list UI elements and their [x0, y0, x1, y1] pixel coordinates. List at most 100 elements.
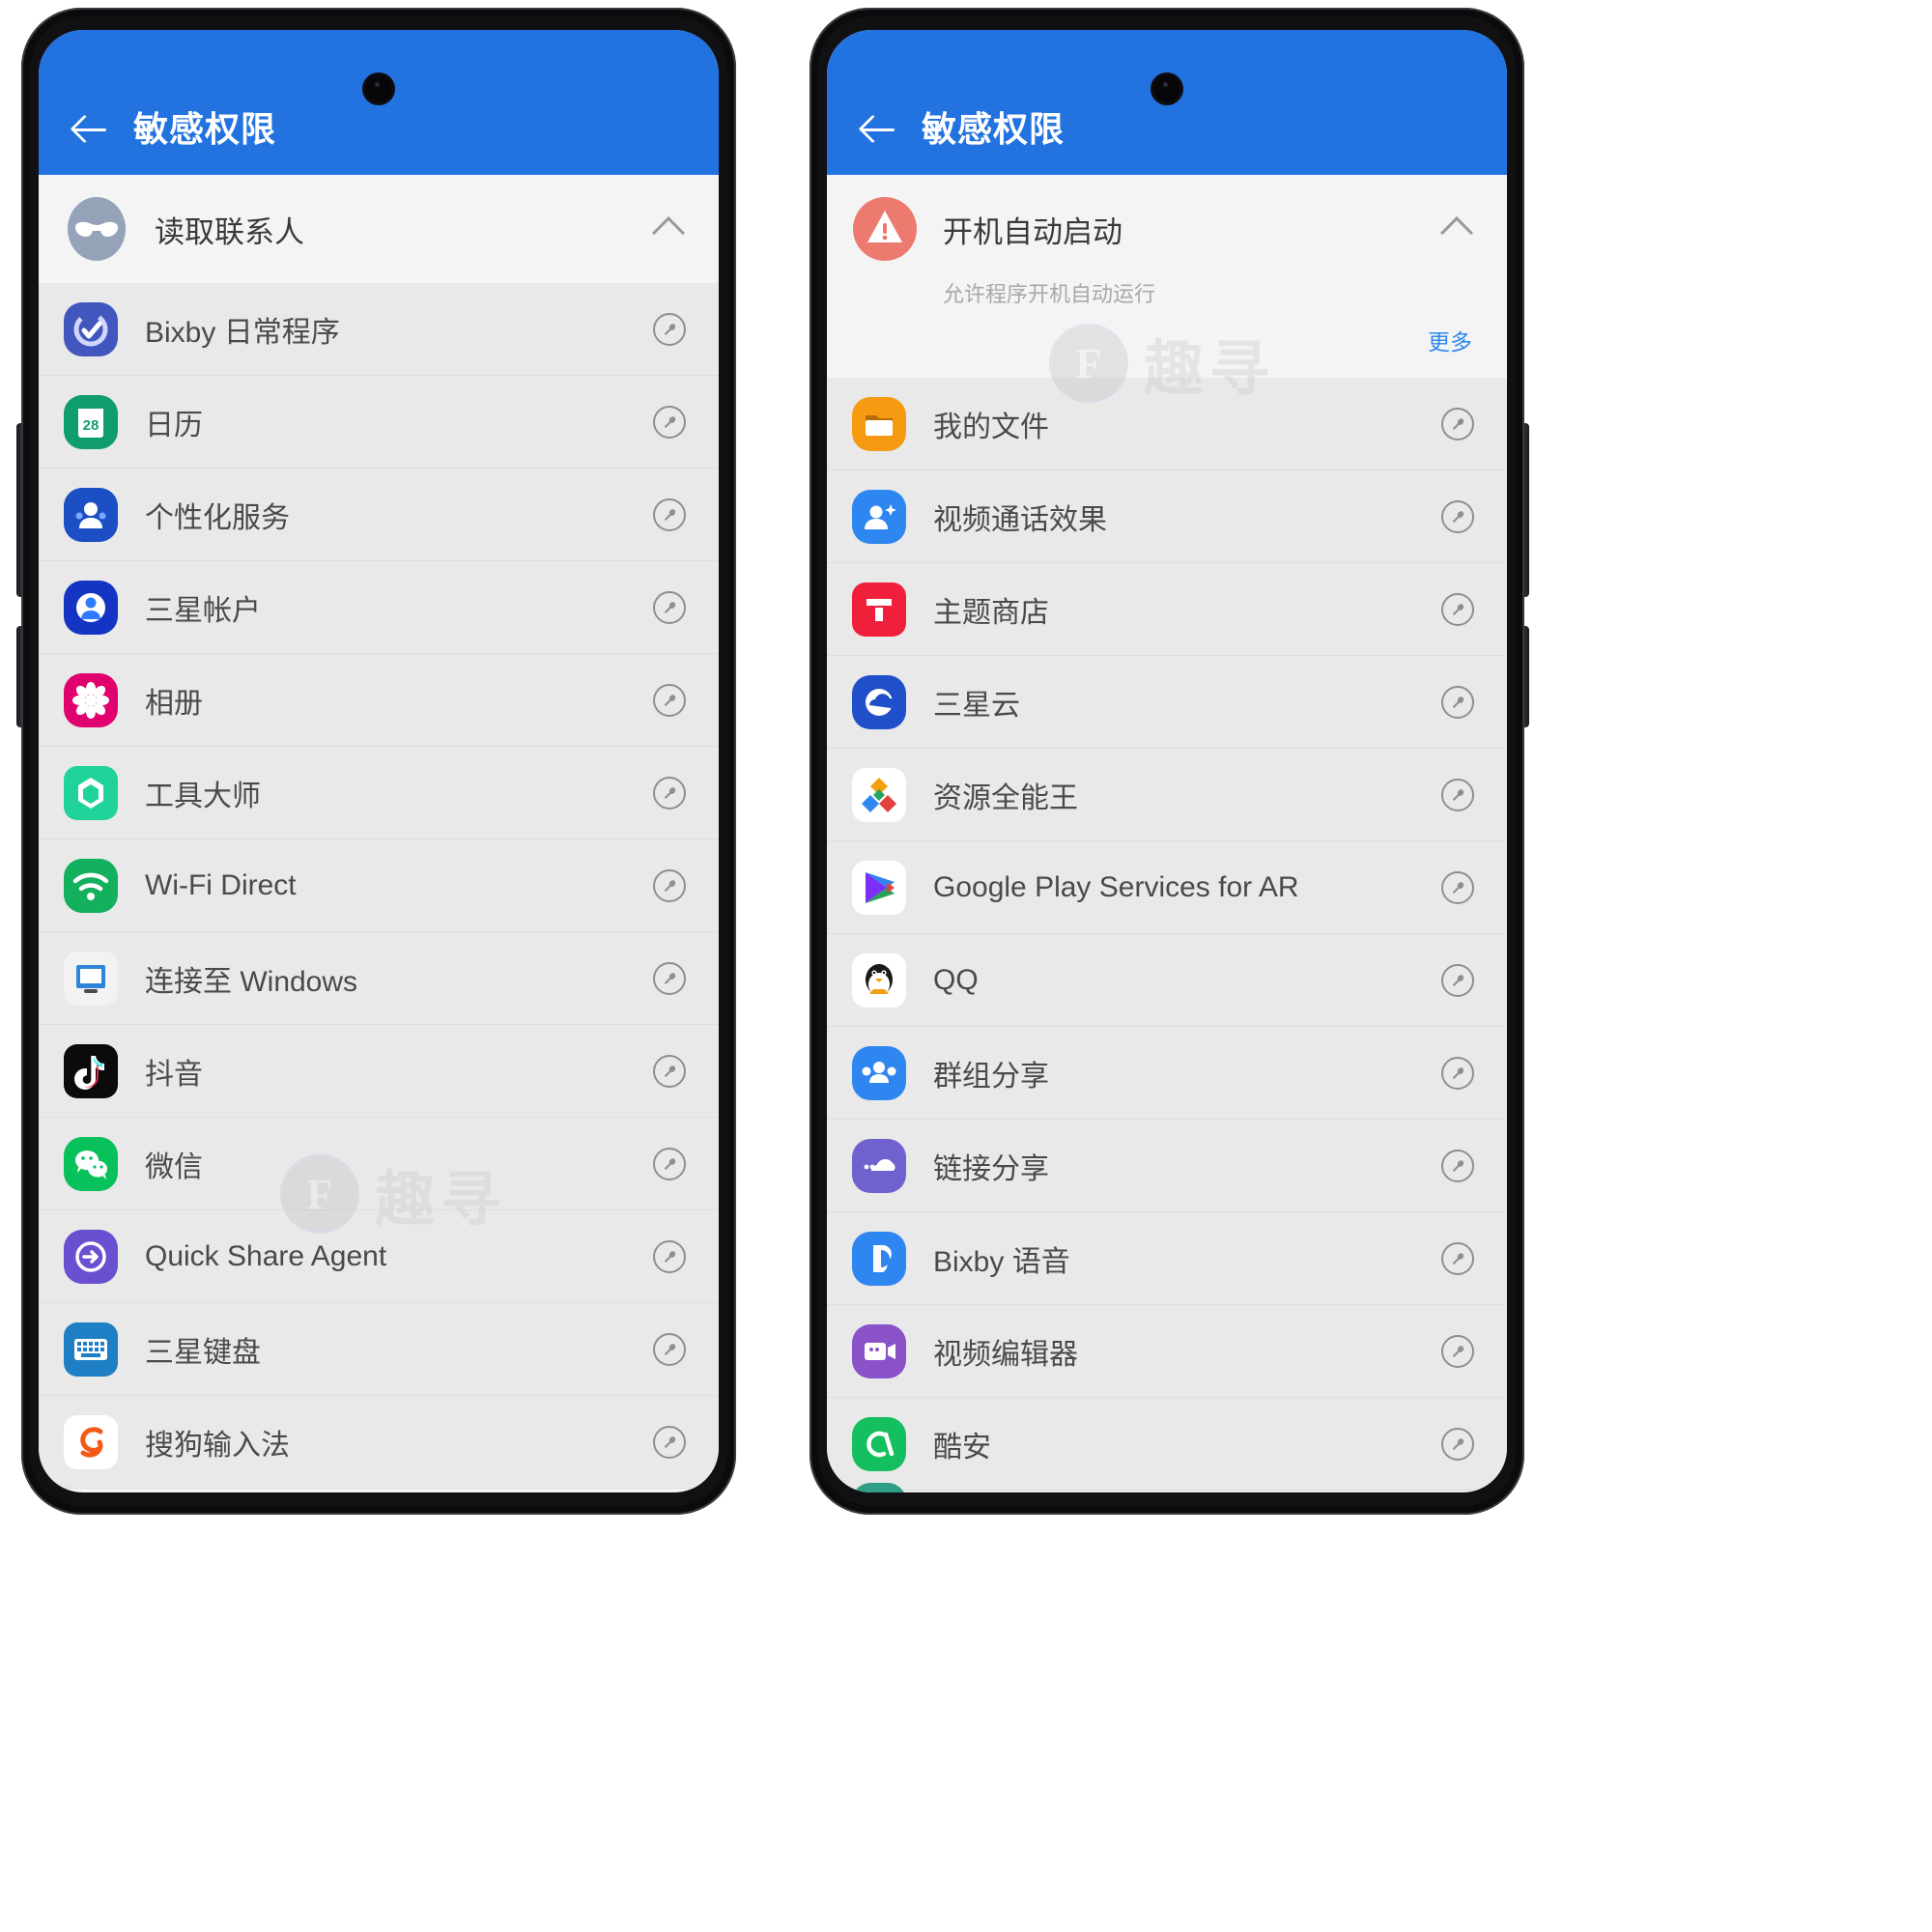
table-row[interactable]: 资源全能王 — [827, 749, 1507, 841]
app-name: 我的文件 — [933, 411, 1049, 443]
calendar-icon: 28 — [64, 394, 118, 449]
table-row[interactable]: 三星帐户 — [39, 561, 719, 654]
phone-bezel-right: 敏感权限 开机自动启动 允许程序开机自动运行 更多 我的文件 视频通话效果 主题… — [818, 16, 1516, 1506]
link-to-windows-icon — [64, 951, 118, 1006]
table-row[interactable]: 群组分享 — [827, 1027, 1507, 1120]
back-arrow-icon[interactable] — [68, 107, 112, 152]
table-row[interactable]: 相册 — [39, 654, 719, 747]
bixby-voice-icon — [852, 1231, 906, 1286]
settings-wrench-icon[interactable] — [653, 868, 686, 902]
table-row[interactable]: Google Play Services for AR — [827, 841, 1507, 934]
app-name: 日历 — [145, 409, 203, 441]
settings-wrench-icon[interactable] — [1441, 592, 1474, 626]
table-row[interactable]: 视频编辑器 — [827, 1305, 1507, 1398]
permission-group-header[interactable]: 读取联系人 — [39, 175, 719, 283]
settings-wrench-icon[interactable] — [653, 961, 686, 995]
table-row[interactable]: 抖音 — [39, 1025, 719, 1118]
table-row[interactable]: QQ — [827, 934, 1507, 1027]
permission-list-right[interactable]: 开机自动启动 允许程序开机自动运行 更多 我的文件 视频通话效果 主题商店 三星… — [827, 175, 1507, 1492]
table-row[interactable]: 微信 — [39, 1118, 719, 1210]
table-row[interactable]: 视频通话效果 — [827, 470, 1507, 563]
app-name: Bixby 语音 — [933, 1245, 1070, 1278]
table-row[interactable]: 三星键盘 — [39, 1303, 719, 1396]
resource-master-icon — [852, 767, 906, 822]
more-link[interactable]: 更多 — [852, 324, 1482, 356]
table-row[interactable]: 链接分享 — [827, 1120, 1507, 1212]
svg-text:28: 28 — [83, 417, 99, 434]
settings-wrench-icon[interactable] — [1441, 1056, 1474, 1090]
settings-wrench-icon[interactable] — [1441, 870, 1474, 904]
settings-wrench-icon[interactable] — [1441, 499, 1474, 533]
settings-wrench-icon[interactable] — [1441, 407, 1474, 440]
app-name: 三星键盘 — [145, 1336, 261, 1369]
table-row[interactable]: Bixby 日常程序 — [39, 283, 719, 376]
settings-wrench-icon[interactable] — [653, 405, 686, 439]
volume-button-right[interactable] — [1522, 423, 1529, 597]
app-name: 抖音 — [145, 1058, 203, 1091]
app-name: 搜狗输入法 — [145, 1429, 290, 1462]
dual-phone-comparison: 敏感权限 读取联系人 Bixby 日常程序 28 日历 个性化服务 三星帐户 相… — [0, 0, 1932, 1932]
my-files-icon — [852, 396, 906, 451]
settings-wrench-icon[interactable] — [653, 1332, 686, 1366]
table-row[interactable] — [827, 1482, 1507, 1492]
permission-group-header[interactable]: 开机自动启动 允许程序开机自动运行 更多 — [827, 175, 1507, 378]
phone-right: 敏感权限 开机自动启动 允许程序开机自动运行 更多 我的文件 视频通话效果 主题… — [810, 8, 1529, 1515]
table-row[interactable]: 我的文件 — [827, 378, 1507, 470]
settings-wrench-icon[interactable] — [653, 776, 686, 810]
sogou-input-icon — [64, 1414, 118, 1469]
settings-wrench-icon[interactable] — [653, 590, 686, 624]
group-sharing-icon — [852, 1045, 906, 1100]
settings-wrench-icon[interactable] — [653, 1239, 686, 1273]
table-row[interactable]: Bixby 语音 — [827, 1212, 1507, 1305]
partial-app-icon — [852, 1482, 906, 1492]
app-rows-left: Bixby 日常程序 28 日历 个性化服务 三星帐户 相册 工具大师 Wi-F… — [39, 283, 719, 1489]
settings-wrench-icon[interactable] — [1441, 963, 1474, 997]
settings-wrench-icon[interactable] — [653, 1054, 686, 1088]
group-title: 开机自动启动 — [943, 214, 1122, 249]
app-name: 三星云 — [933, 689, 1020, 722]
table-row[interactable]: Quick Share Agent — [39, 1210, 719, 1303]
settings-wrench-icon[interactable] — [653, 683, 686, 717]
table-row[interactable]: 搜狗输入法 — [39, 1396, 719, 1489]
group-title: 读取联系人 — [155, 214, 304, 249]
settings-wrench-icon[interactable] — [653, 1147, 686, 1180]
app-name: 主题商店 — [933, 596, 1049, 629]
wechat-icon — [64, 1136, 118, 1191]
table-row[interactable]: 28 日历 — [39, 376, 719, 469]
app-name: 三星帐户 — [145, 594, 261, 627]
tool-master-icon — [64, 765, 118, 820]
app-name: Bixby 日常程序 — [145, 316, 340, 349]
theme-store-icon — [852, 582, 906, 637]
bixby-routines-icon — [64, 301, 118, 356]
table-row[interactable]: 酷安 — [827, 1398, 1507, 1491]
settings-wrench-icon[interactable] — [1441, 685, 1474, 719]
table-row[interactable]: 连接至 Windows — [39, 932, 719, 1025]
page-title: 敏感权限 — [922, 109, 1065, 149]
table-row[interactable]: 个性化服务 — [39, 469, 719, 561]
settings-wrench-icon[interactable] — [1441, 1427, 1474, 1461]
settings-wrench-icon[interactable] — [1441, 1149, 1474, 1182]
link-sharing-icon — [852, 1138, 906, 1193]
power-button-left[interactable] — [16, 626, 23, 727]
settings-wrench-icon[interactable] — [1441, 778, 1474, 811]
table-row[interactable]: 主题商店 — [827, 563, 1507, 656]
settings-wrench-icon[interactable] — [653, 1425, 686, 1459]
power-button-right[interactable] — [1522, 626, 1529, 727]
settings-wrench-icon[interactable] — [1441, 1241, 1474, 1275]
app-name: 链接分享 — [933, 1152, 1049, 1185]
play-services-ar-icon — [852, 860, 906, 915]
back-arrow-icon[interactable] — [856, 107, 900, 152]
table-row[interactable]: 三星云 — [827, 656, 1507, 749]
settings-wrench-icon[interactable] — [653, 497, 686, 531]
table-row[interactable]: Wi-Fi Direct — [39, 839, 719, 932]
permission-list-left[interactable]: 读取联系人 Bixby 日常程序 28 日历 个性化服务 三星帐户 相册 工具大… — [39, 175, 719, 1492]
app-name: 视频编辑器 — [933, 1338, 1078, 1371]
video-call-effects-icon — [852, 489, 906, 544]
settings-wrench-icon[interactable] — [653, 312, 686, 346]
samsung-account-icon — [64, 580, 118, 635]
settings-wrench-icon[interactable] — [1441, 1334, 1474, 1368]
table-row[interactable]: 工具大师 — [39, 747, 719, 839]
coolapk-icon — [852, 1416, 906, 1471]
page-title: 敏感权限 — [133, 109, 277, 149]
volume-button-left[interactable] — [16, 423, 23, 597]
